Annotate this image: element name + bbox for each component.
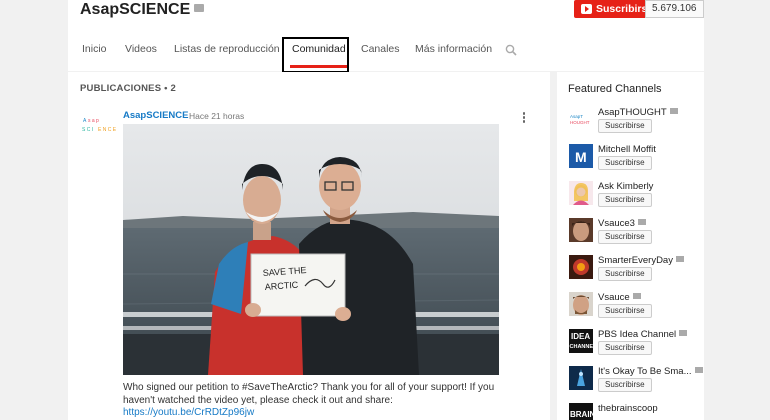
- post-timestamp[interactable]: Hace 21 horas: [189, 111, 244, 121]
- featured-channel-item: Vsauce Suscribirse: [569, 292, 704, 328]
- channel-thumbnail[interactable]: BRAIN: [569, 403, 593, 420]
- featured-channel-name[interactable]: PBS Idea Channel: [598, 329, 688, 340]
- featured-channel-name[interactable]: SmarterEveryDay: [598, 255, 684, 266]
- svg-text:s a p: s a p: [88, 118, 99, 124]
- subscribe-button[interactable]: Suscribirse: [598, 119, 652, 133]
- featured-channels: Featured Channels AsapT HOUGHT AsapTHOUG…: [557, 72, 704, 420]
- svg-text:E N C E: E N C E: [98, 127, 117, 133]
- featured-channel-item: AsapT HOUGHT AsapTHOUGHT Suscribirse: [569, 107, 704, 143]
- featured-channel-name[interactable]: thebrainscoop: [598, 403, 658, 414]
- post-body: Who signed our petition to #SaveTheArcti…: [123, 382, 495, 406]
- channel-header: AsapSCIENCE Suscribirse 5.679.106 Inicio…: [68, 0, 704, 73]
- search-icon[interactable]: [505, 44, 517, 56]
- channel-title-text: AsapSCIENCE: [80, 1, 191, 18]
- verified-icon: [637, 219, 646, 225]
- featured-channel-item: It's Okay To Be Sma... Suscribirse: [569, 366, 704, 402]
- verified-icon: [675, 256, 684, 262]
- channel-thumbnail[interactable]: [569, 255, 593, 279]
- channel-thumbnail[interactable]: [569, 366, 593, 390]
- svg-text:AsapT: AsapT: [570, 114, 583, 119]
- channel-thumbnail[interactable]: [569, 292, 593, 316]
- tab-canales[interactable]: Canales: [361, 43, 400, 55]
- featured-channel-name[interactable]: Ask Kimberly: [598, 181, 653, 192]
- channel-thumbnail[interactable]: AsapT HOUGHT: [569, 107, 593, 131]
- channel-avatar[interactable]: A s a p S C I E N C E: [80, 113, 118, 139]
- featured-channel-item: Ask Kimberly Suscribirse: [569, 181, 704, 217]
- tab-playlists[interactable]: Listas de reproducción: [174, 43, 280, 55]
- tab-mas-informacion[interactable]: Más información: [415, 43, 492, 55]
- youtube-play-icon: [581, 4, 592, 14]
- svg-text:IDEA: IDEA: [571, 332, 590, 341]
- channel-thumbnail[interactable]: [569, 181, 593, 205]
- featured-channel-item: IDEA CHANNEL PBS Idea Channel Suscribirs…: [569, 329, 704, 365]
- featured-channel-name[interactable]: Mitchell Moffit: [598, 144, 656, 155]
- featured-channel-name[interactable]: Vsauce: [598, 292, 641, 303]
- subscribe-button[interactable]: Suscribirse: [598, 378, 652, 392]
- verified-icon: [669, 108, 678, 114]
- featured-channel-item: Vsauce3 Suscribirse: [569, 218, 704, 254]
- channel-thumbnail[interactable]: IDEA CHANNEL: [569, 329, 593, 353]
- featured-channel-item: SmarterEveryDay Suscribirse: [569, 255, 704, 291]
- tab-inicio[interactable]: Inicio: [82, 43, 107, 55]
- verified-icon: [679, 330, 688, 336]
- tab-videos[interactable]: Videos: [125, 43, 157, 55]
- active-tab-underline: [290, 65, 347, 68]
- subscribe-button[interactable]: Suscribirse: [598, 341, 652, 355]
- channel-title[interactable]: AsapSCIENCE: [80, 1, 205, 19]
- svg-text:A: A: [83, 118, 87, 124]
- verified-icon: [194, 4, 205, 12]
- channel-thumbnail[interactable]: M: [569, 144, 593, 168]
- subscribe-button[interactable]: Suscribirse: [598, 230, 652, 244]
- svg-text:M: M: [575, 149, 587, 165]
- svg-text:S C I: S C I: [82, 127, 93, 133]
- verified-icon: [694, 367, 703, 373]
- channel-thumbnail[interactable]: [569, 218, 593, 242]
- featured-channel-name[interactable]: AsapTHOUGHT: [598, 107, 678, 118]
- featured-channel-name[interactable]: It's Okay To Be Sma...: [598, 366, 703, 377]
- verified-icon: [632, 293, 641, 299]
- subscribe-button[interactable]: Suscribirse: [598, 267, 652, 281]
- post-image[interactable]: SAVE THE ARCTIC: [123, 124, 499, 375]
- featured-channel-item: M Mitchell Moffit Suscribirse: [569, 144, 704, 180]
- featured-channel-item: BRAIN thebrainscoop: [569, 403, 704, 420]
- post-link[interactable]: https://youtu.be/CrRDtZp96jw: [123, 407, 254, 418]
- subscribe-button[interactable]: Suscribirse: [598, 304, 652, 318]
- post-menu-icon[interactable]: [521, 111, 527, 125]
- posts-header: PUBLICACIONES • 2: [80, 83, 176, 94]
- subscribe-button[interactable]: Suscribirse: [598, 156, 652, 170]
- featured-channel-name[interactable]: Vsauce3: [598, 218, 646, 229]
- svg-text:BRAIN: BRAIN: [570, 410, 593, 419]
- featured-channels-title: Featured Channels: [568, 83, 662, 95]
- subscribe-button[interactable]: Suscribirse: [598, 193, 652, 207]
- svg-text:HOUGHT: HOUGHT: [570, 120, 590, 125]
- svg-text:CHANNEL: CHANNEL: [570, 344, 594, 350]
- community-feed: PUBLICACIONES • 2 A s a p S C I E N C E …: [68, 72, 550, 420]
- post-author[interactable]: AsapSCIENCE: [123, 110, 188, 121]
- subscriber-count: 5.679.106: [645, 0, 704, 18]
